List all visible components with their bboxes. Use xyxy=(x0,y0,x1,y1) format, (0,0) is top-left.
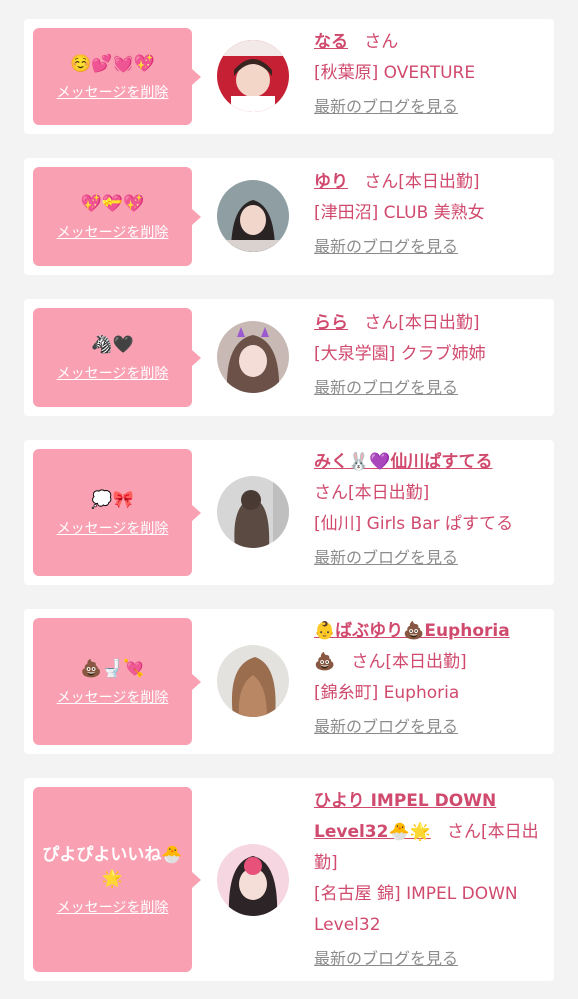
cast-info: 👶ばぶゆり💩Euphoria 💩 さん[本日出勤] [錦糸町] Euphoria… xyxy=(314,616,546,743)
avatar[interactable] xyxy=(217,321,289,393)
message-text: 💭🎀 xyxy=(91,489,134,510)
cast-name-link[interactable]: なる xyxy=(314,32,348,52)
avatar[interactable] xyxy=(217,180,289,252)
message-bubble: ☺️💕💓💖 メッセージを削除 xyxy=(33,28,201,125)
delete-message-link[interactable]: メッセージを削除 xyxy=(57,518,169,538)
work-status: [本日出勤] xyxy=(348,483,430,503)
delete-message-link[interactable]: メッセージを削除 xyxy=(57,82,169,102)
message-text: 💖💝💖 xyxy=(80,193,145,214)
cast-info: らら さん[本日出勤] [大泉学園] クラブ姉姉 最新のブログを見る xyxy=(314,308,546,404)
shop-name: [名古屋 錦] IMPEL DOWN Level32 xyxy=(314,884,518,935)
work-status: [本日出勤] xyxy=(398,172,480,192)
list-item: 💩🚽💘 メッセージを削除 👶ばぶゆり💩Euphoria 💩 さん[本日出勤] [… xyxy=(24,609,554,754)
shop-name: [仙川] Girls Bar ぱすてる xyxy=(314,514,514,534)
delete-message-link[interactable]: メッセージを削除 xyxy=(57,363,169,383)
message-bubble: 💭🎀 メッセージを削除 xyxy=(33,449,201,576)
cast-info: なる さん [秋葉原] OVERTURE 最新のブログを見る xyxy=(314,27,546,123)
delete-message-link[interactable]: メッセージを削除 xyxy=(57,687,169,707)
avatar-image xyxy=(217,180,289,252)
work-status: [本日出勤] xyxy=(385,652,467,672)
honorific: さん xyxy=(364,172,399,192)
blog-link[interactable]: 最新のブログを見る xyxy=(314,943,458,974)
honorific: さん xyxy=(364,313,399,333)
honorific: さん xyxy=(351,652,386,672)
message-text: ぴよぴよいいね🐣🌟 xyxy=(42,844,183,889)
avatar-image xyxy=(217,645,289,717)
honorific: さん xyxy=(314,483,348,503)
cast-info: みく🐰💜仙川ぱすてる さん[本日出勤] [仙川] Girls Bar ぱすてる … xyxy=(314,447,546,574)
delete-message-link[interactable]: メッセージを削除 xyxy=(57,897,169,917)
cast-name-link[interactable]: みく🐰💜仙川ぱすてる xyxy=(314,452,493,472)
list-item: 💭🎀 メッセージを削除 みく🐰💜仙川ぱすてる さん[本日出勤] [仙川] Gir… xyxy=(24,440,554,585)
work-status: [本日出勤] xyxy=(398,313,480,333)
blog-link[interactable]: 最新のブログを見る xyxy=(314,91,458,122)
blog-link[interactable]: 最新のブログを見る xyxy=(314,372,458,403)
avatar-image xyxy=(217,321,289,393)
blog-link[interactable]: 最新のブログを見る xyxy=(314,231,458,262)
shop-name: [津田沼] CLUB 美熟女 xyxy=(314,203,485,223)
delete-message-link[interactable]: メッセージを削除 xyxy=(57,222,169,242)
avatar[interactable] xyxy=(217,844,289,916)
cast-name-link[interactable]: らら xyxy=(314,313,348,333)
message-text: 💩🚽💘 xyxy=(80,658,145,679)
cast-info: ひより IMPEL DOWN Level32🐣🌟 さん[本日出勤] [名古屋 錦… xyxy=(314,786,550,975)
avatar[interactable] xyxy=(217,476,289,548)
avatar-image xyxy=(217,40,289,112)
shop-name: [秋葉原] OVERTURE xyxy=(314,63,476,83)
list-item: ☺️💕💓💖 メッセージを削除 なる さん [秋葉原] OVERTURE 最新のブ… xyxy=(24,19,554,134)
avatar-image xyxy=(217,476,289,548)
message-bubble: 💩🚽💘 メッセージを削除 xyxy=(33,618,201,745)
cast-name-link[interactable]: ゆり xyxy=(314,172,348,192)
message-bubble: ぴよぴよいいね🐣🌟 メッセージを削除 xyxy=(33,787,201,972)
message-text: ☺️💕💓💖 xyxy=(70,53,155,74)
blog-link[interactable]: 最新のブログを見る xyxy=(314,711,458,742)
honorific: さん xyxy=(364,32,399,52)
message-text: 🦓🖤 xyxy=(91,334,134,355)
blog-link[interactable]: 最新のブログを見る xyxy=(314,542,458,573)
avatar[interactable] xyxy=(217,645,289,717)
shop-name: [大泉学園] クラブ姉姉 xyxy=(314,344,486,364)
favorite-list: ☺️💕💓💖 メッセージを削除 なる さん [秋葉原] OVERTURE 最新のブ… xyxy=(0,0,578,999)
cast-name-link[interactable]: 👶ばぶゆり💩Euphoria xyxy=(314,621,510,641)
name-emoji: 💩 xyxy=(314,652,336,672)
avatar-image xyxy=(217,844,289,916)
avatar[interactable] xyxy=(217,40,289,112)
cast-info: ゆり さん[本日出勤] [津田沼] CLUB 美熟女 最新のブログを見る xyxy=(314,167,546,263)
message-bubble: 💖💝💖 メッセージを削除 xyxy=(33,167,201,266)
honorific: さん xyxy=(447,822,482,842)
message-bubble: 🦓🖤 メッセージを削除 xyxy=(33,308,201,407)
list-item: ぴよぴよいいね🐣🌟 メッセージを削除 ひより IMPEL DOWN Level3… xyxy=(24,778,554,981)
list-item: 🦓🖤 メッセージを削除 らら さん[本日出勤] [大泉学園] クラブ姉姉 最新の… xyxy=(24,299,554,416)
shop-name: [錦糸町] Euphoria xyxy=(314,683,460,703)
list-item: 💖💝💖 メッセージを削除 ゆり さん[本日出勤] [津田沼] CLUB 美熟女 … xyxy=(24,158,554,275)
